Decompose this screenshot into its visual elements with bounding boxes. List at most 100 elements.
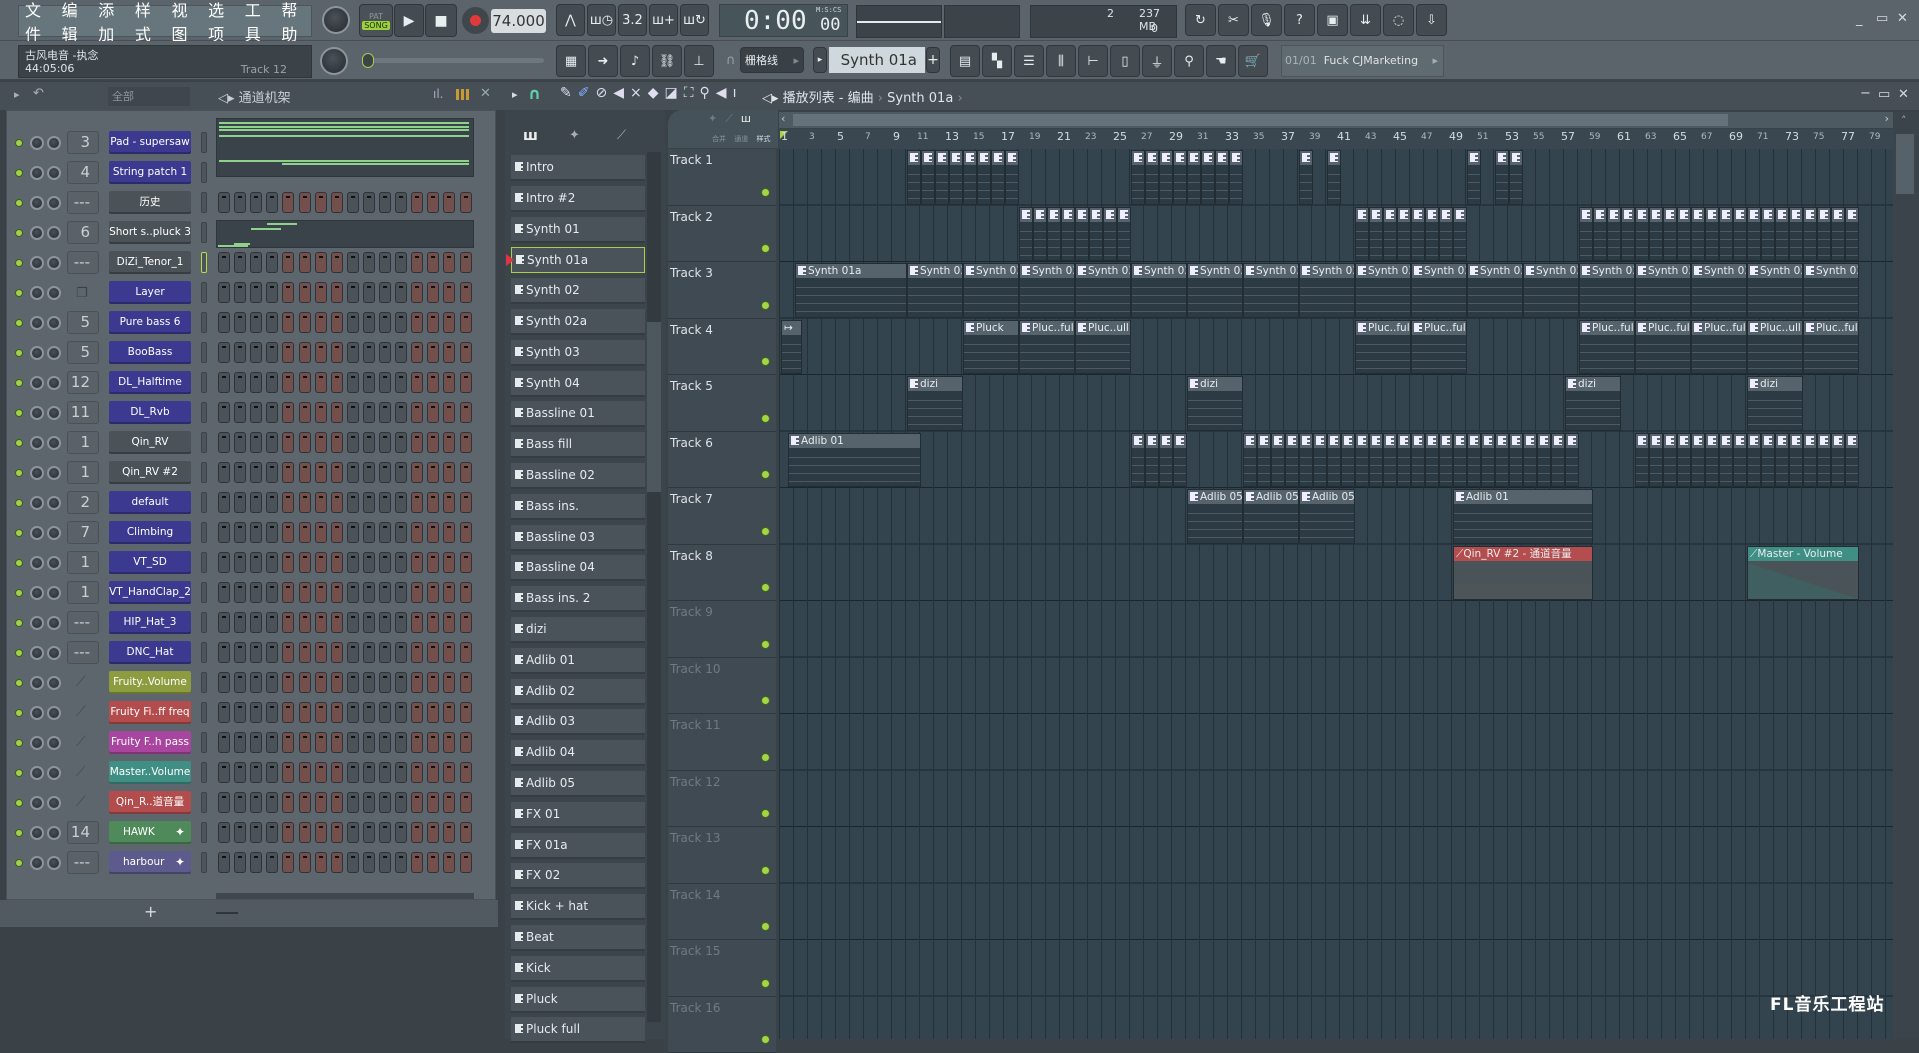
step-button[interactable] (266, 822, 278, 843)
browser-button[interactable]: ⫼ (1046, 45, 1076, 77)
channel-pan-knob[interactable] (30, 766, 44, 780)
master-pitch-knob[interactable] (320, 47, 348, 75)
channel-name-button[interactable]: Fruity F..h pass (109, 731, 191, 754)
channel-volume-knob[interactable] (47, 826, 61, 840)
step-button[interactable] (234, 312, 246, 333)
pattern-clip[interactable] (1635, 433, 1649, 488)
step-button[interactable] (218, 762, 230, 783)
step-button[interactable] (427, 372, 439, 393)
step-button[interactable] (299, 432, 311, 453)
magnet-icon[interactable]: ∩ (528, 84, 541, 103)
channel-volume-knob[interactable] (47, 676, 61, 690)
pattern-clip[interactable] (1047, 207, 1061, 262)
add-pattern-button[interactable]: + (926, 47, 940, 73)
step-button[interactable] (266, 282, 278, 303)
step-button[interactable] (427, 822, 439, 843)
step-button[interactable] (427, 462, 439, 483)
step-button[interactable] (218, 192, 230, 213)
pattern-clip[interactable] (1369, 433, 1383, 488)
mixer-track-number[interactable]: 5 (67, 341, 99, 364)
channel-mute-led[interactable] (15, 199, 23, 207)
playback-icon[interactable]: ◀ı (716, 85, 743, 101)
step-button[interactable] (443, 612, 455, 633)
channel-mute-led[interactable] (15, 709, 23, 717)
step-button[interactable] (379, 492, 391, 513)
channel-name-button[interactable]: 历史 (109, 191, 191, 214)
step-button[interactable] (331, 282, 343, 303)
mixer-track-number[interactable]: 11 (67, 401, 99, 424)
mixer-track-number[interactable]: 1 (67, 581, 99, 604)
step-button[interactable] (347, 642, 359, 663)
step-button[interactable] (379, 462, 391, 483)
step-button[interactable] (315, 612, 327, 633)
pattern-clip[interactable]: Pluc..full (1579, 320, 1635, 375)
channel-volume-knob[interactable] (47, 196, 61, 210)
pattern-clip[interactable]: dizi (1565, 376, 1621, 431)
pattern-clip[interactable]: Adlib 01 (1453, 489, 1593, 544)
step-button[interactable] (299, 582, 311, 603)
track-header[interactable]: Track 4 (668, 319, 776, 376)
channel-mute-led[interactable] (15, 679, 23, 687)
pattern-clip[interactable]: Synth 03 (1355, 263, 1411, 318)
step-button[interactable] (315, 402, 327, 423)
step-button[interactable] (299, 762, 311, 783)
pattern-clip[interactable] (1299, 433, 1313, 488)
step-button[interactable] (234, 402, 246, 423)
track-header[interactable]: Track 6 (668, 432, 776, 489)
pattern-clip[interactable] (1537, 433, 1551, 488)
ruler-bar-number[interactable]: 47 (1421, 132, 1432, 142)
channel-row[interactable]: ---DiZi_Tenor_1 (0, 250, 496, 276)
step-button[interactable] (363, 252, 375, 273)
delete-icon[interactable]: ⊘ (595, 85, 613, 101)
channel-mute-led[interactable] (15, 799, 23, 807)
pattern-clip[interactable] (935, 150, 949, 205)
mixer-track-number[interactable]: --- (67, 191, 99, 214)
channel-mute-led[interactable] (15, 289, 23, 297)
step-button[interactable] (299, 792, 311, 813)
step-button[interactable] (427, 402, 439, 423)
pattern-clip[interactable] (1705, 433, 1719, 488)
channel-select-indicator[interactable] (201, 372, 207, 393)
pattern-clip[interactable] (1719, 207, 1733, 262)
step-button[interactable] (266, 462, 278, 483)
step-button[interactable] (443, 312, 455, 333)
channel-volume-knob[interactable] (47, 496, 61, 510)
step-button[interactable] (234, 522, 246, 543)
pattern-clip[interactable] (1551, 433, 1565, 488)
track-header[interactable]: Track 5 (668, 375, 776, 432)
step-button[interactable] (411, 792, 423, 813)
step-button[interactable] (460, 522, 472, 543)
step-button[interactable] (266, 552, 278, 573)
pattern-clip[interactable] (1285, 433, 1299, 488)
ruler-bar-number[interactable]: 7 (865, 132, 871, 142)
ruler-bar-number[interactable]: 3 (809, 132, 815, 142)
pattern-clip[interactable] (1495, 433, 1509, 488)
step-button[interactable] (379, 642, 391, 663)
ruler-bar-number[interactable]: 33 (1225, 130, 1239, 143)
track-enable-led[interactable] (761, 809, 770, 818)
playlist-menu-arrow-icon[interactable]: ▸ (512, 88, 518, 101)
step-button[interactable] (443, 552, 455, 573)
mixer-track-number[interactable]: 2 (67, 491, 99, 514)
step-button[interactable] (218, 252, 230, 273)
channel-volume-knob[interactable] (47, 256, 61, 270)
track-enable-led[interactable] (761, 866, 770, 875)
mixer-track-number[interactable]: --- (67, 611, 99, 634)
pattern-clip[interactable] (1383, 433, 1397, 488)
render-button[interactable]: ⇊ (1350, 4, 1381, 36)
step-button[interactable] (282, 732, 294, 753)
step-button[interactable] (395, 312, 407, 333)
track-enable-led[interactable] (761, 1035, 770, 1044)
automation-clip[interactable]: ⟋Qin_RV #2 - 通道音量 (1453, 546, 1593, 601)
channel-mute-led[interactable] (15, 829, 23, 837)
track-header[interactable]: Track 2 (668, 206, 776, 263)
step-button[interactable] (363, 582, 375, 603)
step-button[interactable] (443, 282, 455, 303)
pattern-clip[interactable] (977, 150, 991, 205)
slip-icon[interactable]: ◆ (648, 85, 665, 101)
step-button[interactable] (218, 552, 230, 573)
channel-mute-led[interactable] (15, 559, 23, 567)
pattern-clip[interactable] (1005, 150, 1019, 205)
performer-button[interactable]: ⚲ (1174, 45, 1204, 77)
step-button[interactable] (411, 612, 423, 633)
